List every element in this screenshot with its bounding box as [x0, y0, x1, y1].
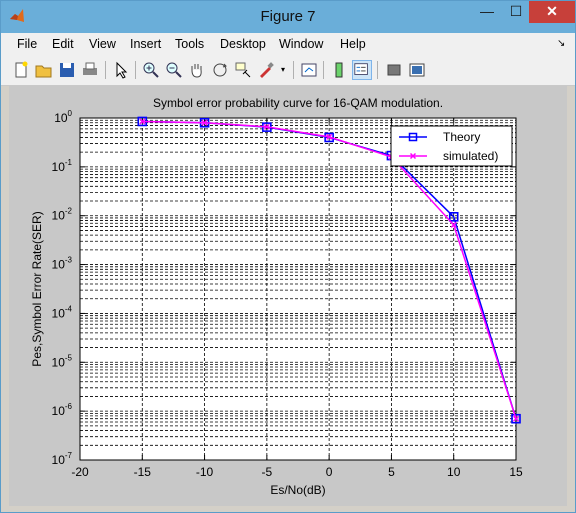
y-tick-label: 10-4	[52, 304, 73, 320]
hide-plot-tools-icon[interactable]	[384, 60, 404, 80]
menu-help[interactable]: Help	[340, 37, 366, 51]
zoom-in-icon[interactable]	[141, 60, 161, 80]
figure-canvas: -20 -15 -10 -5 0 5 10 15 100 10-1 10-2 10-3 10-4 10-5…	[9, 86, 567, 506]
menu-window[interactable]: Window	[279, 37, 323, 51]
menu-view[interactable]: View	[89, 37, 116, 51]
x-tick-label: -5	[262, 465, 273, 479]
y-axis-label: Pes,Symbol Error Rate(SER)	[30, 211, 44, 366]
figure-toolbar: ▾	[1, 55, 575, 86]
y-tick-label: 10-7	[52, 451, 73, 467]
x-tick-label: 5	[388, 465, 395, 479]
data-cursor-icon[interactable]	[233, 60, 253, 80]
close-button[interactable]: ✕	[529, 1, 575, 23]
legend-theory-label: Theory	[443, 130, 480, 144]
legend-icon[interactable]	[352, 60, 372, 80]
colorbar-icon[interactable]	[329, 60, 349, 80]
title-bar[interactable]: Figure 7 — ☐ ✕	[1, 1, 575, 33]
toolbar-separator	[105, 61, 106, 79]
brush-icon[interactable]	[256, 60, 276, 80]
legend-simulated-label: simulated)	[443, 149, 498, 163]
y-tick-label: 10-3	[52, 256, 73, 272]
toolbar-separator	[323, 61, 324, 79]
y-tick-label: 100	[54, 109, 72, 125]
x-tick-label: -15	[134, 465, 152, 479]
menu-insert[interactable]: Insert	[130, 37, 161, 51]
menu-desktop[interactable]: Desktop	[220, 37, 266, 51]
toolbar-separator	[135, 61, 136, 79]
menu-file[interactable]: File	[17, 37, 37, 51]
toolbar-separator	[293, 61, 294, 79]
zoom-out-icon[interactable]	[164, 60, 184, 80]
x-tick-label: 0	[326, 465, 333, 479]
figure-window: Figure 7 — ☐ ✕ File Edit View Insert Too…	[0, 0, 576, 513]
pan-hand-icon[interactable]	[187, 60, 207, 80]
plot-svg[interactable]: -20 -15 -10 -5 0 5 10 15 100 10-1 10-2 10-3 10-4 10-5…	[9, 86, 567, 506]
print-icon[interactable]	[80, 60, 100, 80]
menu-dock-arrow-icon[interactable]: ↘	[557, 38, 565, 49]
save-icon[interactable]	[57, 60, 77, 80]
x-axis-label: Es/No(dB)	[270, 483, 325, 497]
rotate-3d-icon[interactable]	[210, 60, 230, 80]
chart-title: Symbol error probability curve for 16-QA…	[153, 96, 443, 110]
menu-tools[interactable]: Tools	[175, 37, 204, 51]
y-tick-label: 10-5	[52, 353, 73, 369]
y-tick-label: 10-1	[52, 158, 73, 174]
brush-dropdown-icon[interactable]: ▾	[278, 60, 288, 80]
x-tick-label: -10	[196, 465, 214, 479]
y-tick-label: 10-6	[52, 402, 73, 418]
menu-edit[interactable]: Edit	[52, 37, 74, 51]
y-tick-label: 10-2	[52, 207, 73, 223]
legend[interactable]: Theory simulated)	[390, 125, 513, 167]
open-file-icon[interactable]	[34, 60, 54, 80]
link-plot-icon[interactable]	[299, 60, 319, 80]
menu-bar: File Edit View Insert Tools Desktop Wind…	[1, 33, 575, 55]
x-tick-label: -20	[71, 465, 89, 479]
new-figure-icon[interactable]	[11, 60, 31, 80]
minimize-button[interactable]: —	[473, 1, 501, 23]
x-tick-label: 10	[447, 465, 461, 479]
select-arrow-icon[interactable]	[111, 60, 131, 80]
maximize-button[interactable]: ☐	[503, 1, 529, 23]
x-tick-label: 15	[509, 465, 523, 479]
toolbar-separator	[377, 61, 378, 79]
show-plot-tools-icon[interactable]	[407, 60, 427, 80]
